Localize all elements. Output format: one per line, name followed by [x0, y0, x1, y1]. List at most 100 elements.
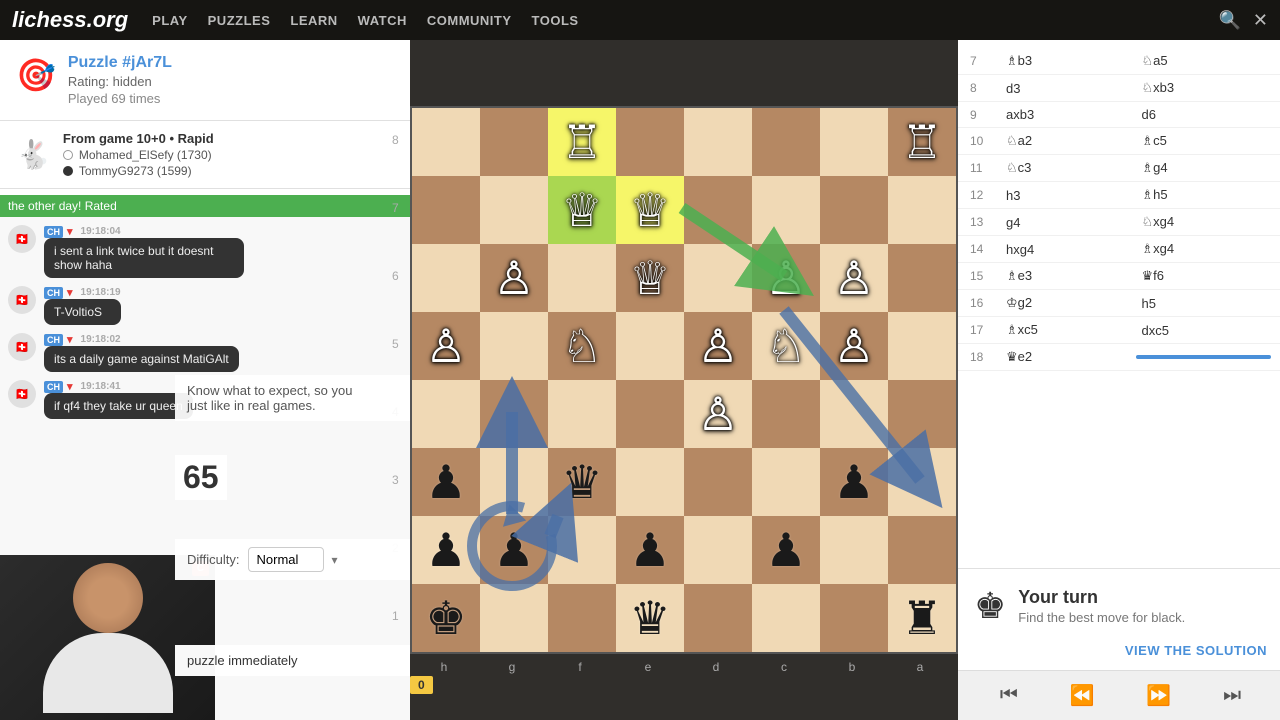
board-square[interactable]: ♙ [752, 244, 820, 312]
board-square[interactable]: ♛ [548, 448, 616, 516]
move-black[interactable]: ♗c5 [1136, 131, 1272, 151]
board-square[interactable] [684, 108, 752, 176]
board-square[interactable] [412, 244, 480, 312]
board-square[interactable] [752, 380, 820, 448]
move-black[interactable]: d6 [1136, 105, 1272, 124]
move-white[interactable]: axb3 [1000, 105, 1136, 124]
move-white[interactable]: ♔g2 [1000, 293, 1136, 313]
move-black[interactable]: dxc5 [1136, 321, 1272, 340]
move-black[interactable] [1136, 355, 1272, 359]
move-white[interactable]: ♗e3 [1000, 266, 1136, 286]
board-square[interactable]: ♙ [412, 312, 480, 380]
move-black[interactable]: ♘a5 [1136, 51, 1272, 71]
move-white[interactable]: h3 [1000, 186, 1136, 205]
close-icon[interactable]: ✕ [1253, 10, 1268, 31]
board-square[interactable] [820, 380, 888, 448]
board-square[interactable] [684, 584, 752, 652]
board-square[interactable]: ♟ [752, 516, 820, 584]
board-square[interactable] [752, 448, 820, 516]
search-icon[interactable]: 🔍 [1218, 10, 1240, 31]
board-square[interactable] [616, 108, 684, 176]
view-solution-button[interactable]: VIEW THE SOLUTION [958, 643, 1280, 670]
nav-learn[interactable]: LEARN [290, 13, 337, 28]
chess-board[interactable]: ♖♖♕♕♙♕♙♙♙♘♙♘♙♙♟♛♟♟♟♟♟♚♛♜ [410, 106, 958, 654]
board-square[interactable] [412, 108, 480, 176]
nav-watch[interactable]: WATCH [358, 13, 407, 28]
nav-community[interactable]: COMMUNITY [427, 13, 512, 28]
board-square[interactable]: ♟ [480, 516, 548, 584]
board-square[interactable]: ♘ [752, 312, 820, 380]
move-white[interactable]: ♗xc5 [1000, 320, 1136, 340]
move-white[interactable]: ♛e2 [1000, 347, 1136, 367]
board-square[interactable] [684, 244, 752, 312]
move-black[interactable]: ♛f6 [1136, 266, 1272, 286]
move-black[interactable]: ♗g4 [1136, 158, 1272, 178]
board-square[interactable] [820, 108, 888, 176]
board-square[interactable]: ♖ [548, 108, 616, 176]
board-square[interactable] [412, 176, 480, 244]
board-square[interactable] [752, 108, 820, 176]
difficulty-select[interactable]: Normal Easy Hard [248, 547, 324, 572]
board-square[interactable] [480, 584, 548, 652]
board-square[interactable]: ♜ [888, 584, 956, 652]
board-square[interactable] [412, 380, 480, 448]
board-square[interactable]: ♟ [412, 516, 480, 584]
board-square[interactable] [480, 108, 548, 176]
board-square[interactable]: ♕ [616, 244, 684, 312]
board-square[interactable] [548, 516, 616, 584]
move-white[interactable]: g4 [1000, 213, 1136, 232]
board-square[interactable]: ♙ [480, 244, 548, 312]
board-square[interactable]: ♙ [820, 312, 888, 380]
nav-tools[interactable]: TOOLS [532, 13, 579, 28]
site-logo[interactable]: lichess.org [12, 7, 128, 33]
move-white[interactable]: d3 [1000, 79, 1136, 98]
board-square[interactable]: ♟ [412, 448, 480, 516]
board-square[interactable]: ♙ [684, 380, 752, 448]
board-square[interactable] [480, 380, 548, 448]
board-square[interactable]: ♟ [616, 516, 684, 584]
board-square[interactable]: ♛ [616, 584, 684, 652]
move-black[interactable]: ♘xb3 [1136, 78, 1272, 98]
first-move-button[interactable]: ⏮ [992, 680, 1026, 711]
board-square[interactable]: ♙ [684, 312, 752, 380]
next-move-button[interactable]: ⏩ [1138, 679, 1179, 712]
board-square[interactable]: ♖ [888, 108, 956, 176]
board-square[interactable] [684, 448, 752, 516]
board-square[interactable] [616, 312, 684, 380]
board-square[interactable] [616, 448, 684, 516]
move-black[interactable]: ♗xg4 [1136, 239, 1272, 259]
board-square[interactable] [480, 312, 548, 380]
board-square[interactable]: ♘ [548, 312, 616, 380]
nav-play[interactable]: PLAY [152, 13, 187, 28]
board-square[interactable]: ♟ [820, 448, 888, 516]
board-square[interactable] [888, 516, 956, 584]
board-square[interactable] [888, 380, 956, 448]
board-square[interactable] [616, 380, 684, 448]
board-square[interactable] [548, 584, 616, 652]
move-white[interactable]: ♘c3 [1000, 158, 1136, 178]
board-square[interactable] [752, 584, 820, 652]
move-white[interactable]: ♘a2 [1000, 131, 1136, 151]
prev-move-button[interactable]: ⏪ [1062, 679, 1103, 712]
board-square[interactable] [548, 380, 616, 448]
board-square[interactable] [684, 176, 752, 244]
board-square[interactable] [480, 448, 548, 516]
board-square[interactable] [548, 244, 616, 312]
board-square[interactable] [752, 176, 820, 244]
board-square[interactable]: ♕ [616, 176, 684, 244]
board-square[interactable]: ♚ [412, 584, 480, 652]
board-square[interactable] [820, 176, 888, 244]
move-black[interactable]: h5 [1136, 294, 1272, 313]
move-black[interactable]: ♗h5 [1136, 185, 1272, 205]
board-square[interactable] [480, 176, 548, 244]
board-square[interactable] [888, 312, 956, 380]
board-square[interactable] [820, 516, 888, 584]
move-black[interactable]: ♘xg4 [1136, 212, 1272, 232]
board-square[interactable] [888, 176, 956, 244]
move-white[interactable]: ♗b3 [1000, 51, 1136, 71]
board-square[interactable]: ♕ [548, 176, 616, 244]
nav-puzzles[interactable]: PUZZLES [208, 13, 271, 28]
board-square[interactable] [888, 244, 956, 312]
board-square[interactable] [820, 584, 888, 652]
board-square[interactable]: ♙ [820, 244, 888, 312]
